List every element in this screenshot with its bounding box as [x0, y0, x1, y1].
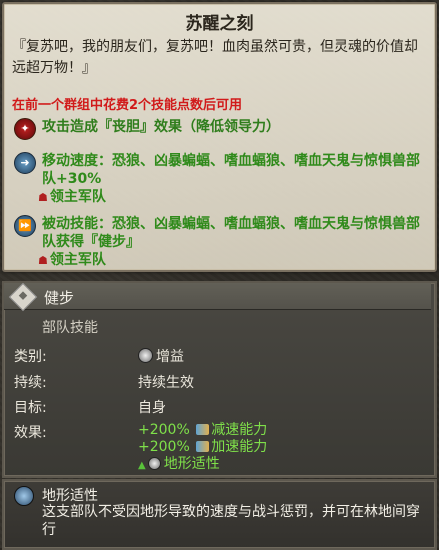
- attribute-description: 这支部队不受因地形导致的速度与战斗惩罚，并可在林地间穿行: [42, 504, 420, 538]
- skill-quote: 『复苏吧，我的朋友们，复苏吧！血肉虽然可贵，但灵魂的价值却远超万物！』: [12, 39, 418, 76]
- ability-header: 健步: [4, 282, 431, 312]
- faction-icon: ☗: [38, 254, 48, 267]
- row-value: 自身: [138, 400, 166, 416]
- ability-name: 健步: [44, 289, 75, 307]
- speed-icon: ➜: [14, 152, 36, 174]
- ability-row-duration: 持续: 持续生效: [14, 372, 194, 392]
- row-label: 类别:: [14, 349, 47, 365]
- row-label: 效果:: [14, 425, 47, 441]
- ability-row-target: 目标: 自身: [14, 397, 166, 417]
- effect-item-fear: ✦ 攻击造成『丧胆』效果（降低领导力）: [14, 118, 424, 140]
- effect-scope: ☗ 领主军队: [38, 189, 106, 205]
- effect-text: 移动速度：恐狼、凶暴蝙蝠、嗜血蝠狼、嗜血天鬼与惊惧兽部队+30%: [42, 153, 420, 187]
- ability-row-category: 类别: 增益: [14, 346, 184, 366]
- effect-item-speed: ➜ 移动速度：恐狼、凶暴蝙蝠、嗜血蝠狼、嗜血天鬼与惊惧兽部队+30% ☗ 领主军队: [14, 152, 424, 207]
- ability-row-effect: 效果: +200% 减速能力 +200% 加速能力 ▲ 地形适性: [14, 422, 267, 472]
- effect-line-terrain: ▲ 地形适性: [138, 456, 220, 472]
- effect-text: 被动技能：恐狼、凶暴蝙蝠、嗜血蝠狼、嗜血天鬼与惊惧兽部队获得『健步』: [42, 216, 420, 250]
- effect-item-passive: ⏩ 被动技能：恐狼、凶暴蝙蝠、嗜血蝠狼、嗜血天鬼与惊惧兽部队获得『健步』 ☗ 领主…: [14, 215, 424, 270]
- faction-icon: ☗: [38, 191, 48, 204]
- requirement-text: 在前一个群组中花费2个技能点数后可用: [12, 98, 243, 113]
- row-value: 持续生效: [138, 375, 194, 391]
- row-value: 增益: [138, 346, 184, 366]
- terrain-attribute-icon: [14, 486, 34, 506]
- effect-text: 攻击造成『丧胆』效果（降低领导力）: [42, 119, 280, 135]
- buff-icon: [138, 348, 153, 363]
- row-label: 持续:: [14, 375, 47, 391]
- passive-icon: ⏩: [14, 215, 36, 237]
- row-label: 目标:: [14, 400, 47, 416]
- row-value: +200% 减速能力 +200% 加速能力 ▲ 地形适性: [138, 422, 267, 474]
- fear-icon: ✦: [14, 118, 36, 140]
- triangle-up-icon: ▲: [138, 460, 146, 471]
- ability-diamond-icon: [8, 282, 38, 312]
- attribute-title: 地形适性: [42, 488, 98, 504]
- acceleration-icon: [196, 441, 210, 452]
- effect-line-acceleration: +200% 加速能力: [138, 439, 268, 455]
- deceleration-icon: [196, 424, 210, 435]
- ability-type: 部队技能: [42, 320, 98, 336]
- skill-title: 苏醒之刻: [185, 14, 254, 34]
- effect-line-deceleration: +200% 减速能力: [138, 422, 268, 438]
- terrain-icon: [147, 457, 161, 470]
- effect-scope: ☗ 领主军队: [38, 252, 106, 268]
